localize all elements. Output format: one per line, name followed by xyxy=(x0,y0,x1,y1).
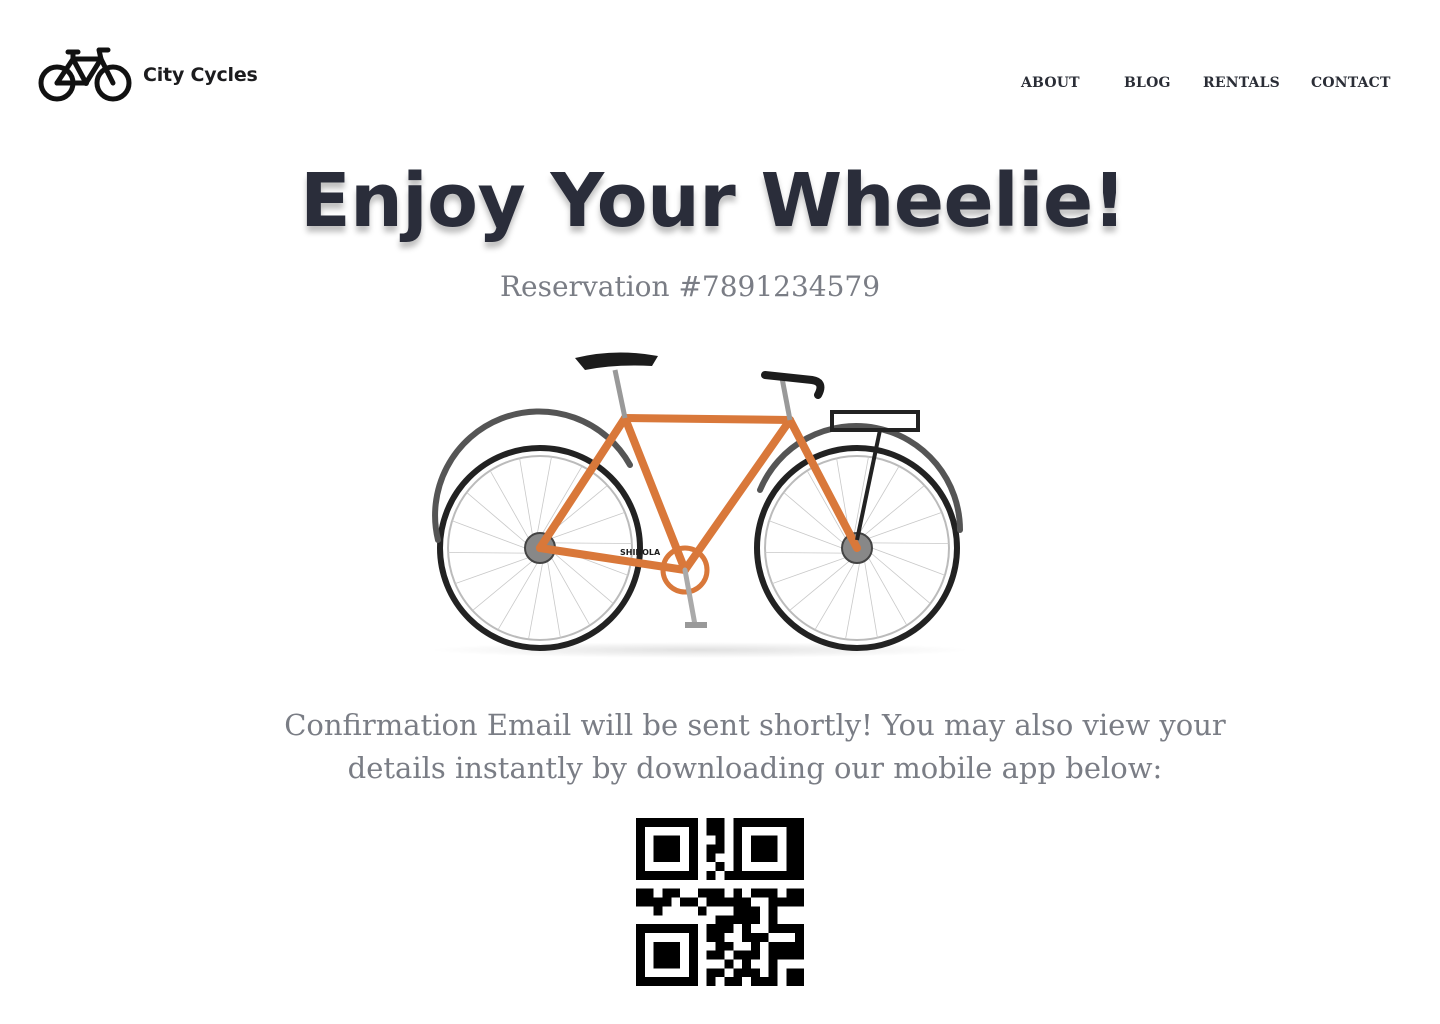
confirmation-line-1: Confirmation Email will be sent shortly!… xyxy=(284,708,1226,742)
brand-name: City Cycles xyxy=(143,64,258,86)
confirmation-line-2: details instantly by downloading our mob… xyxy=(347,751,1163,785)
nav-contact-link[interactable]: CONTACT xyxy=(1311,75,1391,91)
confirmation-message: Confirmation Email will be sent shortly!… xyxy=(0,704,1440,790)
page-title: Enjoy Your Wheelie! xyxy=(300,158,1126,244)
reservation-number: Reservation #7891234579 xyxy=(499,270,881,303)
svg-text:SHINOLA: SHINOLA xyxy=(620,548,661,557)
confirmation-page: City Cycles ABOUT BLOG RENTALS CONTACT E… xyxy=(0,0,1440,1024)
nav-blog-link[interactable]: BLOG xyxy=(1124,75,1171,91)
qr-code-icon[interactable] xyxy=(636,818,804,986)
nav-rentals-link[interactable]: RENTALS xyxy=(1203,75,1280,91)
brand-logo[interactable]: City Cycles xyxy=(38,46,258,104)
nav-about-link[interactable]: ABOUT xyxy=(1021,75,1080,91)
bicycle-icon xyxy=(38,46,132,104)
orange-bicycle-image: SHINOLA xyxy=(420,340,980,660)
